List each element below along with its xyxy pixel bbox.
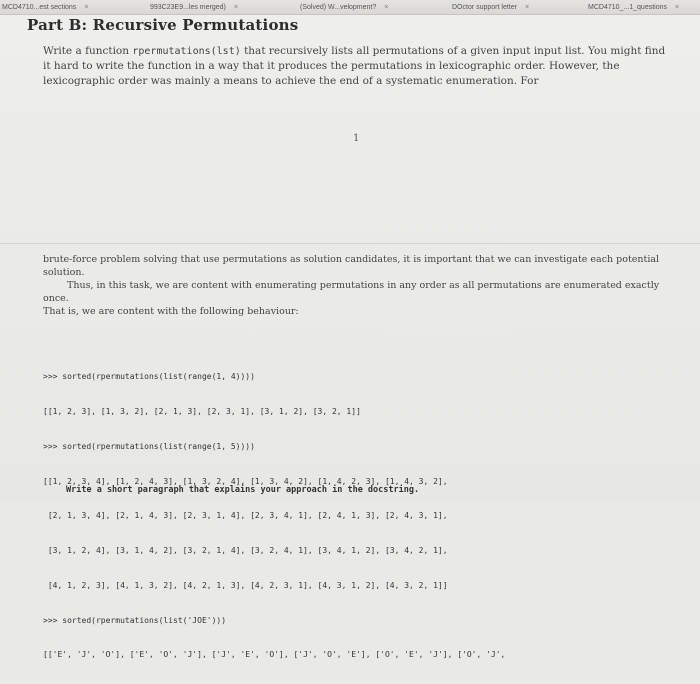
body-paragraph: brute-force problem solving that use per… (43, 253, 673, 318)
tab-test-sections[interactable]: MCD4710...est sections × (2, 2, 120, 13)
tab-label: DOctor support letter (452, 4, 517, 11)
task-instruction: Write a short paragraph that explains yo… (66, 485, 420, 495)
code-line: [3, 1, 2, 4], [3, 1, 4, 2], [3, 2, 1, 4]… (43, 546, 448, 556)
code-example: >>> sorted(rpermutations(list(range(1, 4… (43, 348, 693, 684)
intro-paragraph: Write a function rpermutations(lst) that… (43, 44, 673, 89)
tab-questions[interactable]: MCD4710_...1_questions × (588, 2, 698, 13)
close-icon[interactable]: × (84, 4, 88, 11)
code-line: [['E', 'J', 'O'], ['E', 'O', 'J'], ['J',… (43, 650, 506, 660)
body-line: That is, we are content with the followi… (43, 306, 299, 317)
code-line: >>> sorted(rpermutations(list(range(1, 4… (43, 372, 255, 382)
tab-files-merged[interactable]: 993C23E9...les merged) × (150, 2, 268, 13)
close-icon[interactable]: × (675, 4, 679, 11)
page-number: 1 (353, 133, 360, 144)
document-page: Part B: Recursive Permutations Write a f… (0, 15, 700, 659)
tab-label: MCD4710_...1_questions (588, 4, 667, 11)
intro-text-start: Write a function (43, 45, 133, 57)
close-icon[interactable]: × (234, 4, 238, 11)
close-icon[interactable]: × (384, 4, 388, 11)
body-line: Thus, in this task, we are content with … (43, 280, 660, 304)
code-line: >>> sorted(rpermutations(list(range(1, 5… (43, 441, 255, 451)
page-divider (0, 243, 700, 244)
code-line: >>> sorted(rpermutations(list('JOE'))) (43, 615, 227, 625)
tab-label: MCD4710...est sections (2, 4, 77, 11)
tab-label: 993C23E9...les merged) (150, 4, 226, 11)
tab-solved-development[interactable]: (Solved) W...velopment? × (300, 2, 418, 13)
code-line: [2, 1, 3, 4], [2, 1, 4, 3], [2, 3, 1, 4]… (43, 511, 448, 521)
tab-label: (Solved) W...velopment? (300, 4, 377, 11)
browser-tab-bar: MCD4710...est sections × 993C23E9...les m… (0, 0, 700, 15)
close-icon[interactable]: × (525, 4, 529, 11)
body-line: brute-force problem solving that use per… (43, 254, 660, 278)
page-title: Part B: Recursive Permutations (27, 16, 299, 34)
tab-doctor-support-letter[interactable]: DOctor support letter × (452, 2, 572, 13)
code-line: [[1, 2, 3], [1, 3, 2], [2, 1, 3], [2, 3,… (43, 406, 361, 416)
function-signature: rpermutations(lst) (132, 46, 241, 57)
code-line: [4, 1, 2, 3], [4, 1, 3, 2], [4, 2, 1, 3]… (43, 580, 448, 590)
